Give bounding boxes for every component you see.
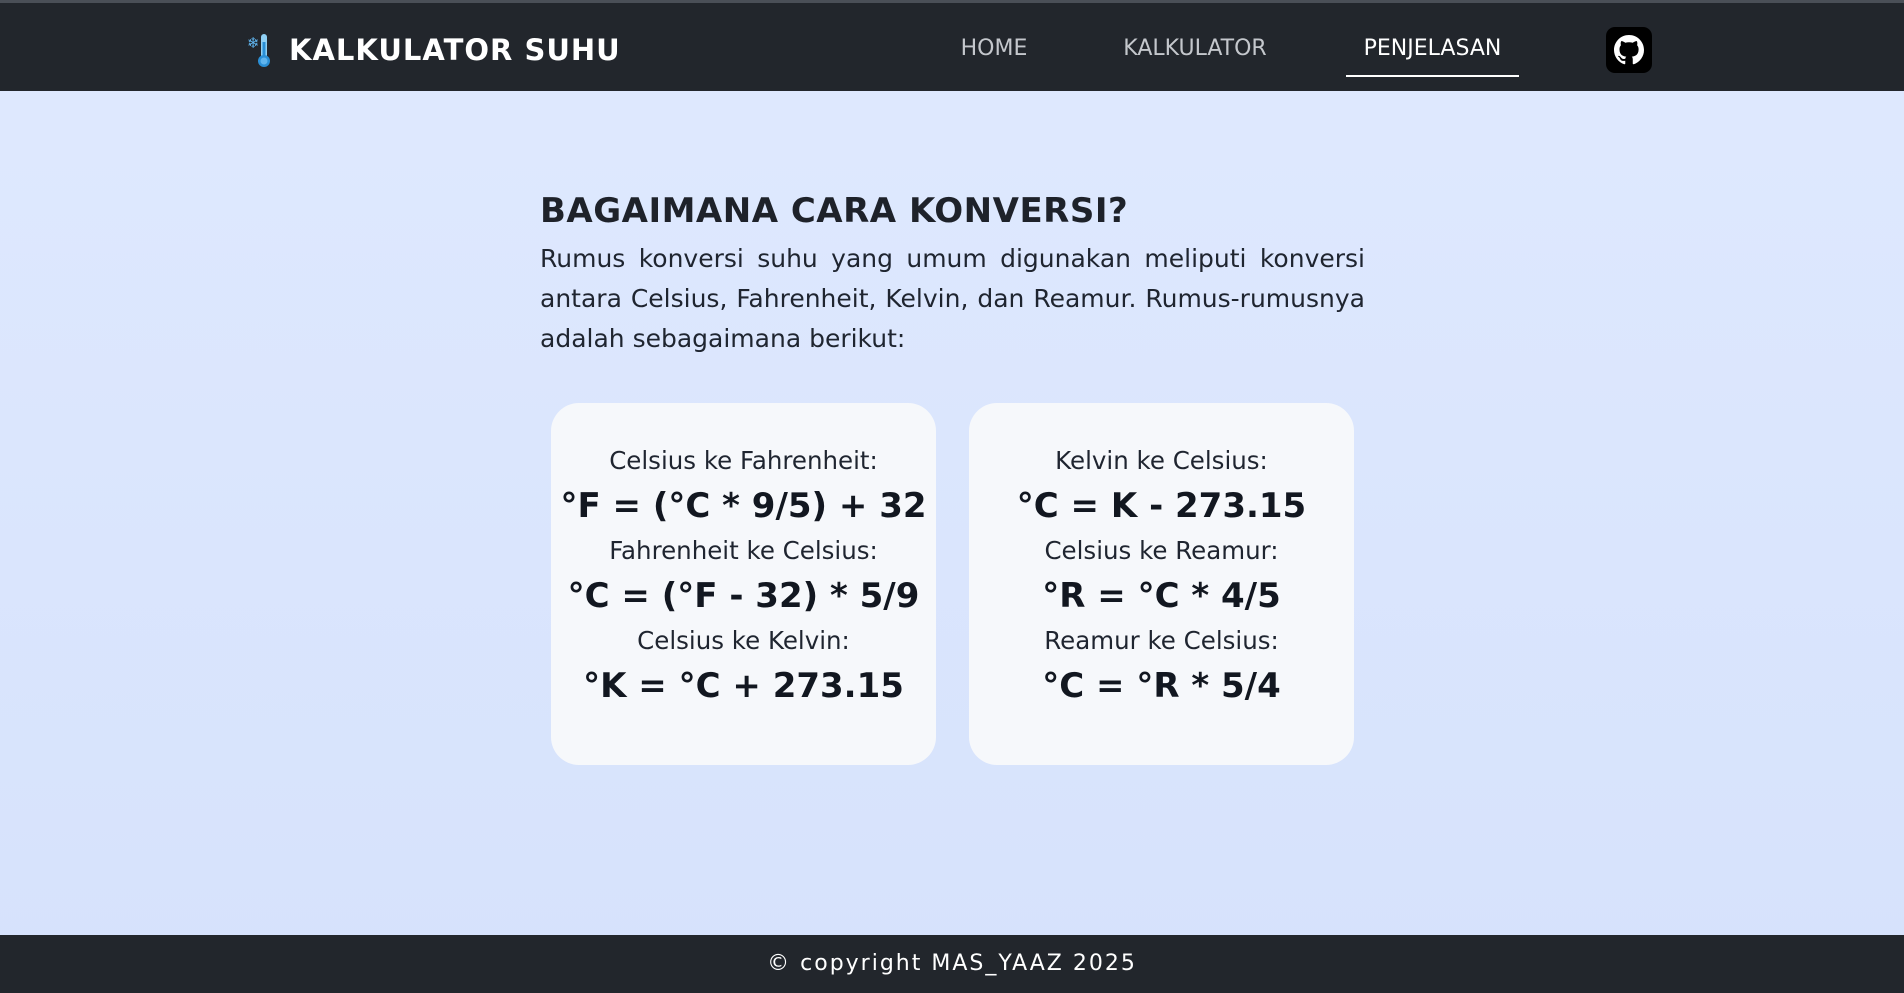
github-link[interactable] bbox=[1606, 27, 1652, 73]
formula-card-right: Kelvin ke Celsius: °C = K - 273.15 Celsi… bbox=[969, 403, 1354, 765]
formula-label: Fahrenheit ke Celsius: bbox=[609, 536, 878, 565]
formula-label: Celsius ke Kelvin: bbox=[637, 626, 850, 655]
formula: °C = °R * 5/4 bbox=[1042, 666, 1281, 706]
formula-card-left: Celsius ke Fahrenheit: °F = (°C * 9/5) +… bbox=[551, 403, 936, 765]
nav-link-home[interactable]: HOME bbox=[948, 31, 1040, 77]
formula-label: Celsius ke Reamur: bbox=[1044, 536, 1279, 565]
navbar: ❄ KALKULATOR SUHU HOME KALKULATOR PENJEL… bbox=[0, 0, 1904, 91]
nav-link-penjelasan[interactable]: PENJELASAN bbox=[1346, 31, 1519, 77]
page-title: BAGAIMANA CARA KONVERSI? bbox=[540, 191, 1129, 231]
copyright-text: © copyright MAS_YAAZ 2025 bbox=[767, 951, 1137, 976]
formula: °F = (°C * 9/5) + 32 bbox=[560, 486, 927, 526]
intro-paragraph: Rumus konversi suhu yang umum digunakan … bbox=[540, 244, 1365, 353]
footer: © copyright MAS_YAAZ 2025 bbox=[0, 935, 1904, 993]
main-content: BAGAIMANA CARA KONVERSI? Rumus konversi … bbox=[540, 185, 1365, 359]
nav-link-kalkulator[interactable]: KALKULATOR bbox=[1112, 31, 1278, 77]
formula-label: Kelvin ke Celsius: bbox=[1055, 446, 1268, 475]
formula-label: Reamur ke Celsius: bbox=[1044, 626, 1279, 655]
formula-label: Celsius ke Fahrenheit: bbox=[609, 446, 878, 475]
formula: °C = (°F - 32) * 5/9 bbox=[567, 576, 920, 616]
formula: °C = K - 273.15 bbox=[1016, 486, 1307, 526]
github-icon bbox=[1614, 35, 1644, 65]
formula: °K = °C + 273.15 bbox=[583, 666, 904, 706]
formula: °R = °C * 4/5 bbox=[1042, 576, 1281, 616]
